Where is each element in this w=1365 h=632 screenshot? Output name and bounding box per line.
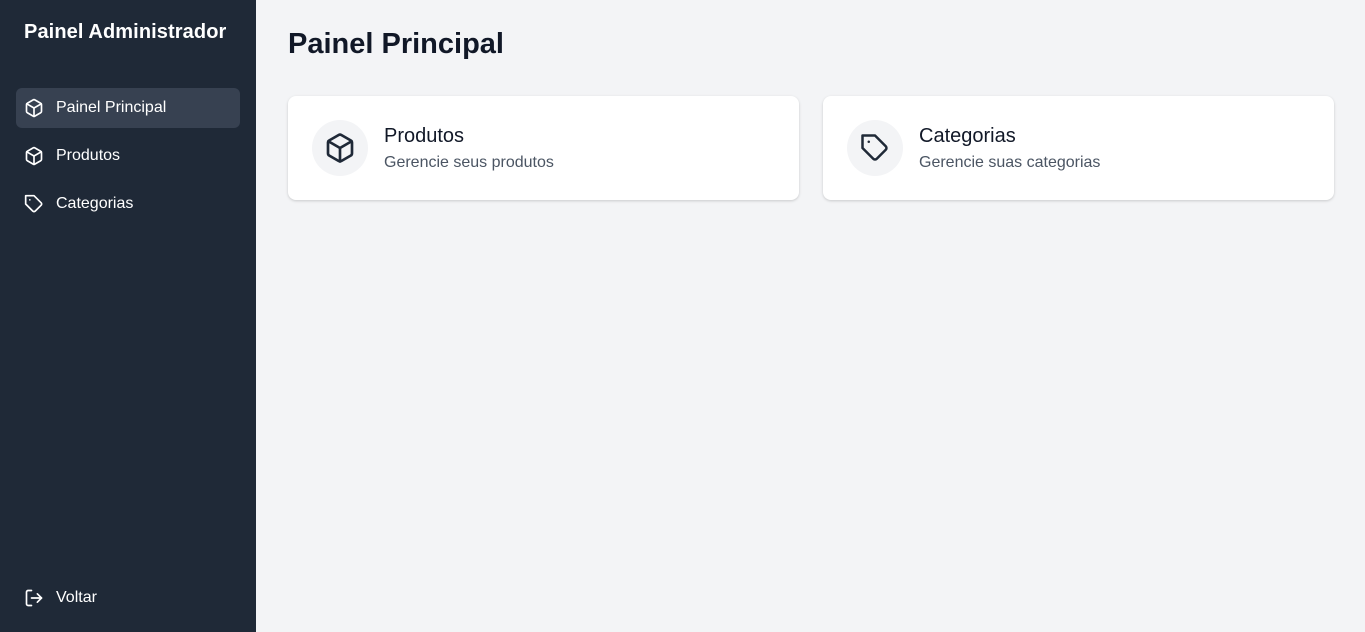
dashboard-cards: Produtos Gerencie seus produtos Categori… [288, 96, 1334, 200]
main-content: Painel Principal Produtos Gerencie seus … [256, 0, 1365, 632]
tag-icon [847, 120, 903, 176]
card-subtitle: Gerencie suas categorias [919, 153, 1101, 171]
tag-icon [24, 194, 44, 214]
sidebar-item-label: Categorias [56, 195, 134, 212]
card-text: Categorias Gerencie suas categorias [919, 125, 1100, 172]
sidebar-nav: Painel Principal Produtos Categorias [16, 88, 240, 232]
card-subtitle: Gerencie seus produtos [384, 153, 554, 171]
card-text: Produtos Gerencie seus produtos [384, 125, 554, 172]
cube-icon [24, 98, 44, 118]
back-label: Voltar [56, 589, 97, 606]
logout-icon [24, 588, 44, 608]
sidebar: Painel Administrador Painel Principal Pr… [0, 0, 256, 632]
cube-icon [312, 120, 368, 176]
card-title: Categorias [919, 124, 1016, 147]
app-title: Painel Administrador [24, 21, 227, 43]
card-produtos[interactable]: Produtos Gerencie seus produtos [288, 96, 799, 200]
back-button[interactable]: Voltar [24, 588, 97, 608]
sidebar-item-categorias[interactable]: Categorias [16, 184, 240, 224]
sidebar-item-painel-principal[interactable]: Painel Principal [16, 88, 240, 128]
card-title: Produtos [384, 124, 465, 147]
sidebar-item-label: Produtos [56, 147, 121, 164]
sidebar-item-produtos[interactable]: Produtos [16, 136, 240, 176]
card-categorias[interactable]: Categorias Gerencie suas categorias [823, 96, 1334, 200]
page-title: Painel Principal [288, 28, 504, 60]
sidebar-item-label: Painel Principal [56, 99, 167, 116]
cube-icon [24, 146, 44, 166]
